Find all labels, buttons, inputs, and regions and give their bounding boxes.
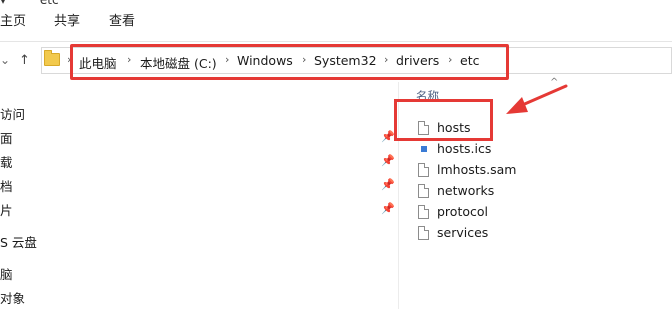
file-name: protocol (437, 204, 488, 219)
file-icon (418, 226, 429, 240)
title-bar (0, 0, 672, 8)
pin-icon[interactable]: 📌 (381, 202, 395, 215)
title-arrow-icon[interactable]: ▾ (0, 0, 6, 7)
ribbon-divider (0, 41, 672, 42)
ribbon (0, 8, 672, 42)
sidebar-item-downloads[interactable]: 载 (0, 152, 13, 171)
ics-file-icon (421, 146, 427, 152)
file-name: networks (437, 183, 495, 198)
tab-home[interactable]: 主页 (0, 10, 26, 29)
sidebar-item-pictures[interactable]: 片 (0, 200, 13, 219)
file-icon (418, 184, 429, 198)
file-row-services[interactable]: services (418, 225, 578, 244)
file-name: services (437, 225, 489, 240)
up-arrow-icon[interactable]: ↑ (19, 53, 30, 68)
hosts-highlight-box (394, 99, 493, 141)
file-row-lmhosts-sam[interactable]: lmhosts.sam (418, 162, 578, 181)
sidebar-item-cloud-drive[interactable]: S 云盘 (0, 232, 37, 251)
dropdown-icon[interactable]: ⌄ (0, 53, 10, 67)
pin-icon[interactable]: 📌 (381, 154, 395, 167)
tab-view[interactable]: 查看 (109, 10, 135, 29)
window-title: ▾ etc (0, 0, 59, 7)
sidebar-item-documents[interactable]: 档 (0, 176, 13, 195)
file-icon (418, 205, 429, 219)
file-row-protocol[interactable]: protocol (418, 204, 578, 223)
pin-icon[interactable]: 📌 (381, 178, 395, 191)
sidebar-item-3d-objects[interactable]: 对象 (0, 288, 25, 307)
pin-icon[interactable]: 📌 (381, 130, 395, 143)
file-name: lmhosts.sam (437, 162, 517, 177)
folder-icon (44, 50, 60, 66)
file-row-hosts-ics[interactable]: hosts.ics (418, 141, 578, 160)
annotation-arrow-icon (506, 84, 568, 114)
file-icon (418, 163, 429, 177)
tab-share[interactable]: 共享 (54, 10, 80, 29)
address-highlight-box (70, 44, 509, 80)
sidebar-item-desktop[interactable]: 面 (0, 128, 13, 147)
sidebar-item-quick-access[interactable]: 访问 (0, 104, 25, 123)
file-name: hosts.ics (437, 141, 492, 156)
sidebar-item-this-pc[interactable]: 脑 (0, 264, 13, 283)
file-row-networks[interactable]: networks (418, 183, 578, 202)
